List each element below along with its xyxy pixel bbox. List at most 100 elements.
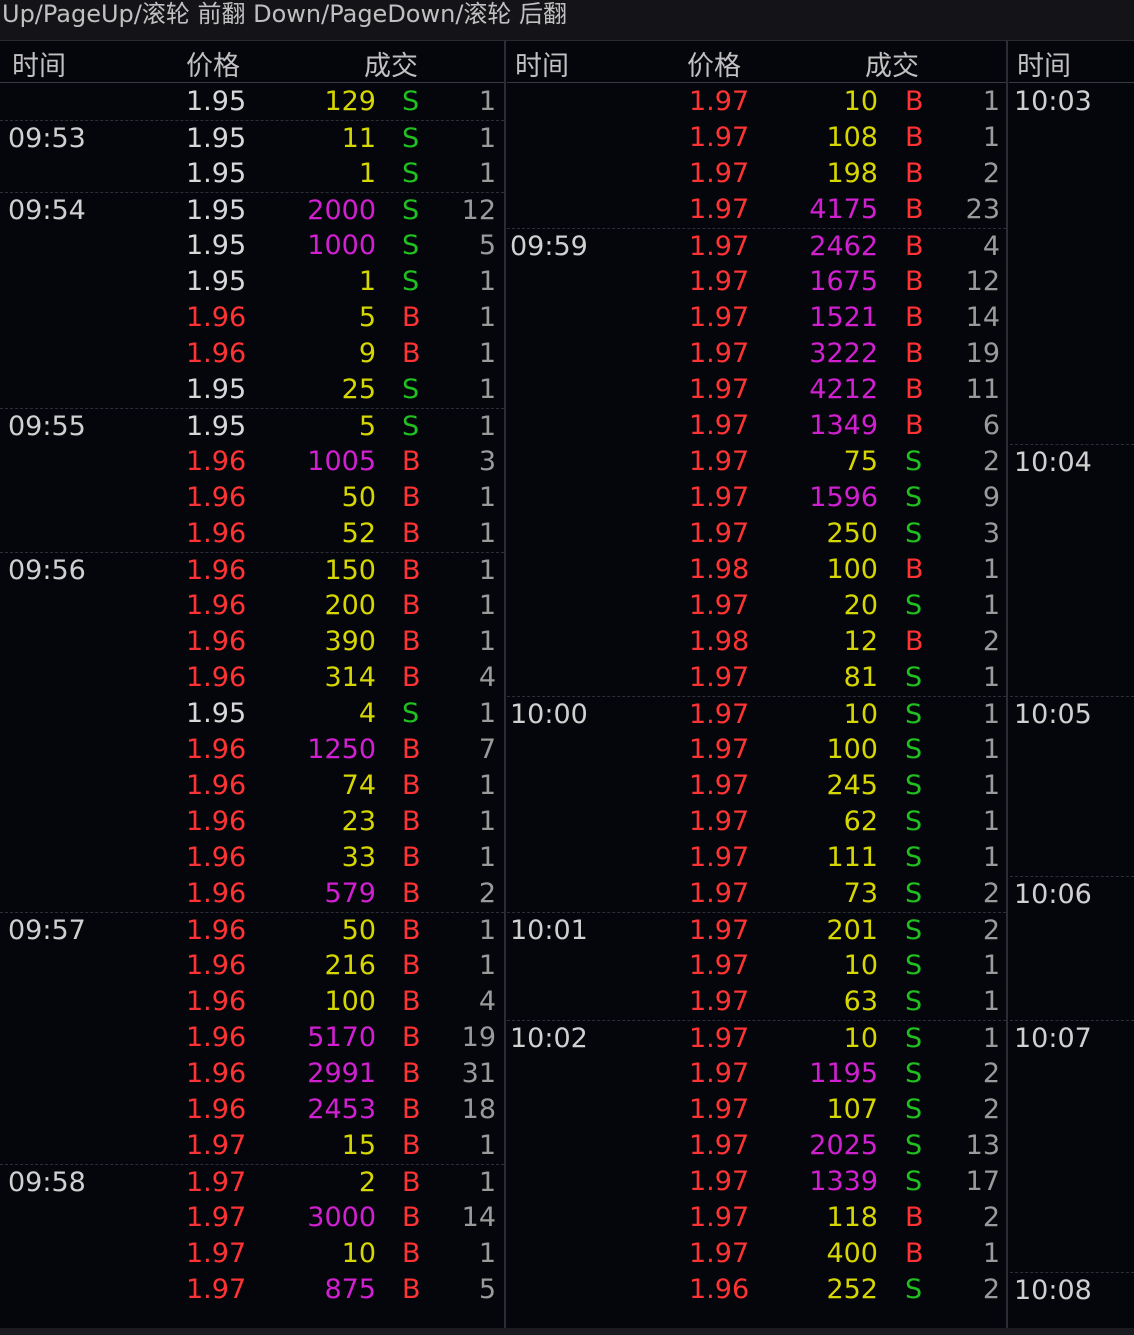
- table-row[interactable]: 1.96 2991 B 31: [0, 1056, 504, 1092]
- table-row[interactable]: 1.95 1 S 1: [0, 264, 504, 300]
- table-row[interactable]: 1.96 23 B 1: [0, 804, 504, 840]
- trade-volume: 4175: [809, 194, 878, 225]
- trade-count: 19: [965, 338, 1000, 369]
- trade-price: 1.97: [689, 986, 750, 1017]
- table-row[interactable]: 1.95 129 S 1: [0, 84, 504, 120]
- table-row[interactable]: 1.97 10 B 1: [0, 1236, 504, 1272]
- table-row[interactable]: 1.96 100 B 4: [0, 984, 504, 1020]
- table-row[interactable]: 1.96 1250 B 7: [0, 732, 504, 768]
- table-row[interactable]: 1.97 100 S 1: [507, 732, 1006, 768]
- trade-volume: 107: [826, 1094, 878, 1125]
- table-row[interactable]: 1.98 12 B 2: [507, 624, 1006, 660]
- table-row[interactable]: 09:58 1.97 2 B 1: [0, 1164, 504, 1201]
- trade-count: 12: [461, 195, 496, 226]
- trade-side: B: [905, 1238, 924, 1269]
- table-row[interactable]: 1.96 252 S 2: [507, 1272, 1006, 1308]
- table-row[interactable]: 09:53 1.95 11 S 1: [0, 120, 504, 157]
- trade-time: 10:05: [1010, 696, 1134, 733]
- table-row[interactable]: 09:56 1.96 150 B 1: [0, 552, 504, 589]
- trade-count: 2: [982, 1094, 1000, 1125]
- table-row[interactable]: 1.97 400 B 1: [507, 1236, 1006, 1272]
- table-row[interactable]: 1.96 5170 B 19: [0, 1020, 504, 1056]
- table-row[interactable]: 1.97 63 S 1: [507, 984, 1006, 1020]
- table-row[interactable]: 1.97 75 S 2: [507, 444, 1006, 480]
- table-row[interactable]: 1.96 9 B 1: [0, 336, 504, 372]
- table-row[interactable]: 1.97 4212 B 11: [507, 372, 1006, 408]
- table-row[interactable]: 1.97 1675 B 12: [507, 264, 1006, 300]
- trade-count: 1: [982, 842, 1000, 873]
- trade-side: S: [905, 734, 923, 765]
- table-row[interactable]: 1.96 2453 B 18: [0, 1092, 504, 1128]
- table-row[interactable]: 1.97 20 S 1: [507, 588, 1006, 624]
- trade-count: 1: [478, 482, 496, 513]
- table-row[interactable]: 1.97 1596 S 9: [507, 480, 1006, 516]
- table-row[interactable]: 1.97 81 S 1: [507, 660, 1006, 696]
- trade-side: B: [402, 1238, 421, 1269]
- trade-volume: 33: [341, 842, 376, 873]
- table-row[interactable]: 1.98 100 B 1: [507, 552, 1006, 588]
- table-row[interactable]: 1.97 4175 B 23: [507, 192, 1006, 228]
- trade-count: 1: [478, 590, 496, 621]
- table-row[interactable]: 1.96 314 B 4: [0, 660, 504, 696]
- table-row[interactable]: 1.97 10 S 1: [507, 948, 1006, 984]
- table-row[interactable]: 1.97 2025 S 13: [507, 1128, 1006, 1164]
- table-row[interactable]: 1.96 33 B 1: [0, 840, 504, 876]
- trade-price: 1.97: [689, 302, 750, 333]
- table-row[interactable]: 1.95 25 S 1: [0, 372, 504, 408]
- table-row[interactable]: 1.95 4 S 1: [0, 696, 504, 732]
- table-row[interactable]: 1.96 5 B 1: [0, 300, 504, 336]
- table-row[interactable]: 1.97 62 S 1: [507, 804, 1006, 840]
- table-row[interactable]: 1.97 1195 S 2: [507, 1056, 1006, 1092]
- table-row[interactable]: 1.96 579 B 2: [0, 876, 504, 912]
- table-row[interactable]: 10:00 1.97 10 S 1: [507, 696, 1006, 733]
- trade-volume: 25: [341, 374, 376, 405]
- trade-side: S: [905, 1023, 923, 1054]
- table-row[interactable]: 1.97 111 S 1: [507, 840, 1006, 876]
- bottom-scroll-area[interactable]: [0, 1328, 1134, 1335]
- table-row[interactable]: 1.97 3000 B 14: [0, 1200, 504, 1236]
- table-row[interactable]: 1.97 10 B 1: [507, 84, 1006, 120]
- trade-side: B: [402, 915, 421, 946]
- table-row[interactable]: 1.95 1000 S 5: [0, 228, 504, 264]
- table-row[interactable]: 1.96 74 B 1: [0, 768, 504, 804]
- table-row[interactable]: 1.97 108 B 1: [507, 120, 1006, 156]
- trade-price: 1.97: [689, 770, 750, 801]
- table-row[interactable]: 1.97 875 B 5: [0, 1272, 504, 1308]
- table-row[interactable]: 1.97 1339 S 17: [507, 1164, 1006, 1200]
- table-row[interactable]: 1.97 3222 B 19: [507, 336, 1006, 372]
- table-row[interactable]: 09:59 1.97 2462 B 4: [507, 228, 1006, 265]
- table-row[interactable]: 1.97 1349 B 6: [507, 408, 1006, 444]
- table-row[interactable]: 10:01 1.97 201 S 2: [507, 912, 1006, 949]
- table-row[interactable]: 09:54 1.95 2000 S 12: [0, 192, 504, 229]
- table-row[interactable]: 1.96 200 B 1: [0, 588, 504, 624]
- table-row[interactable]: 1.96 390 B 1: [0, 624, 504, 660]
- trade-side: B: [402, 555, 421, 586]
- table-row[interactable]: 1.97 1521 B 14: [507, 300, 1006, 336]
- trade-side: B: [402, 770, 421, 801]
- table-row[interactable]: 09:55 1.95 5 S 1: [0, 408, 504, 445]
- trade-side: S: [905, 842, 923, 873]
- table-row[interactable]: 1.96 52 B 1: [0, 516, 504, 552]
- table-row[interactable]: 1.97 198 B 2: [507, 156, 1006, 192]
- trade-price: 1.97: [186, 1167, 247, 1198]
- table-row[interactable]: 1.97 118 B 2: [507, 1200, 1006, 1236]
- table-row[interactable]: 1.96 216 B 1: [0, 948, 504, 984]
- trade-volume: 1: [358, 158, 376, 189]
- table-row[interactable]: 1.97 245 S 1: [507, 768, 1006, 804]
- table-row[interactable]: 1.95 1 S 1: [0, 156, 504, 192]
- table-row[interactable]: 1.97 73 S 2: [507, 876, 1006, 912]
- trade-price: 1.97: [689, 446, 750, 477]
- trade-count: 1: [478, 950, 496, 981]
- trade-price: 1.97: [689, 194, 750, 225]
- trade-count: 1: [478, 158, 496, 189]
- table-row[interactable]: 1.96 50 B 1: [0, 480, 504, 516]
- table-row[interactable]: 1.97 250 S 3: [507, 516, 1006, 552]
- table-row[interactable]: 09:57 1.96 50 B 1: [0, 912, 504, 949]
- trade-time: 10:02: [510, 1023, 588, 1054]
- trade-time-label: 10:04: [1014, 447, 1092, 478]
- table-row[interactable]: 1.97 107 S 2: [507, 1092, 1006, 1128]
- table-row[interactable]: 1.97 15 B 1: [0, 1128, 504, 1164]
- trade-count: 1: [478, 770, 496, 801]
- table-row[interactable]: 1.96 1005 B 3: [0, 444, 504, 480]
- table-row[interactable]: 10:02 1.97 10 S 1: [507, 1020, 1006, 1057]
